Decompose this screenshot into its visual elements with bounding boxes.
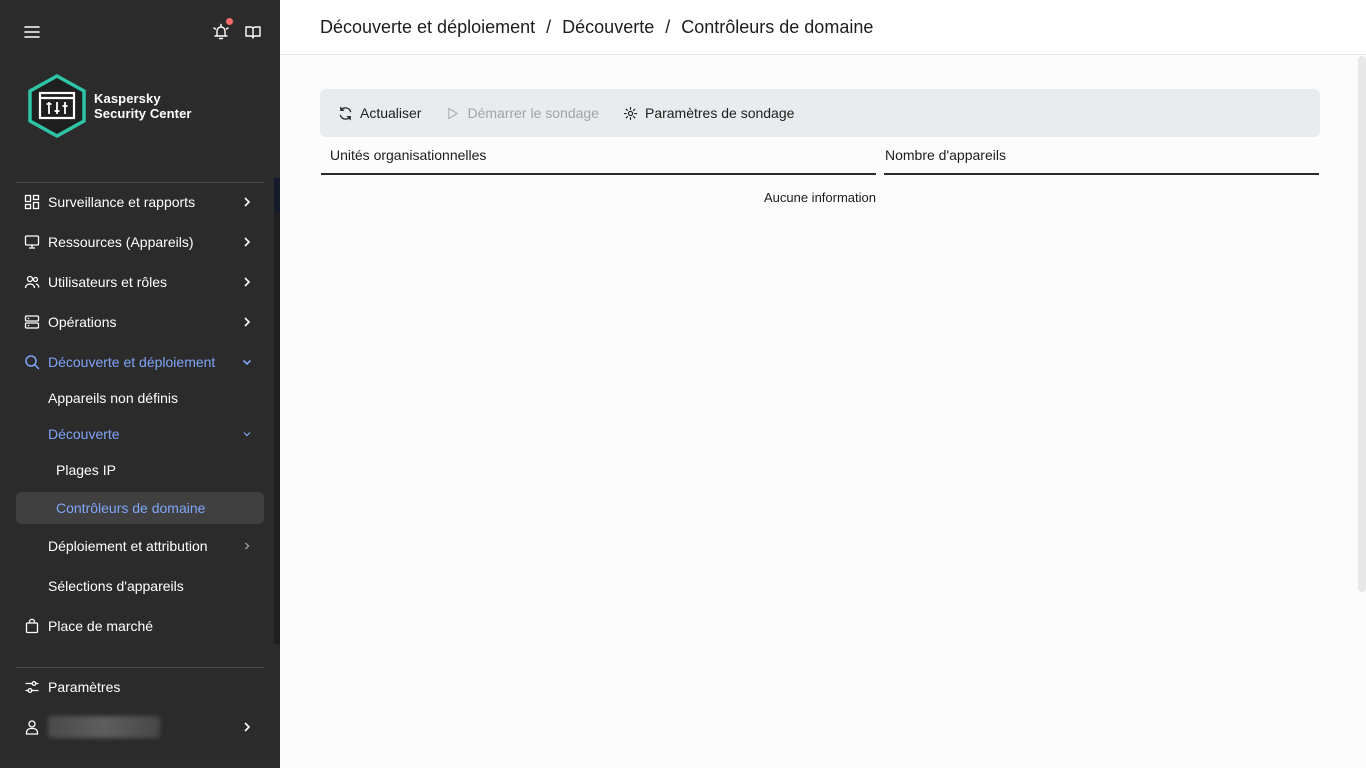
chevron-down-icon — [242, 359, 252, 366]
main-scrollbar[interactable] — [1358, 56, 1366, 592]
sidebar-item-label: Opérations — [48, 314, 117, 330]
server-icon — [24, 315, 40, 329]
shopping-bag-icon — [25, 618, 39, 634]
sidebar-item-label: Découverte et déploiement — [48, 354, 216, 370]
chevron-right-icon — [245, 542, 250, 550]
sidebar-item-label: Déploiement et attribution — [48, 538, 208, 554]
user-name-redacted — [48, 716, 160, 738]
poll-settings-label: Paramètres de sondage — [644, 105, 795, 121]
monitor-icon — [24, 235, 40, 249]
poll-settings-button[interactable]: Paramètres de sondage — [623, 105, 794, 121]
column-header-unites[interactable]: Unités organisationnelles — [321, 137, 876, 175]
sidebar-scrollbar-thumb[interactable] — [274, 178, 280, 212]
chevron-right-icon — [244, 722, 251, 732]
sidebar-scrollbar[interactable] — [274, 178, 280, 644]
sliders-icon — [25, 681, 39, 693]
sidebar-item-decouverte-deploiement[interactable]: Découverte et déploiement — [16, 346, 264, 378]
chevron-right-icon — [244, 237, 251, 247]
sidebar-item-label: Paramètres — [48, 679, 121, 695]
sidebar: Kaspersky Security Center Surveillance e… — [0, 0, 280, 768]
sidebar-item-label: Sélections d'appareils — [48, 578, 184, 594]
refresh-button[interactable]: Actualiser — [338, 105, 421, 121]
sidebar-item-label: Utilisateurs et rôles — [48, 274, 168, 290]
sidebar-item-label: Place de marché — [48, 618, 154, 634]
product-logo[interactable]: Kaspersky Security Center — [26, 72, 192, 140]
kaspersky-logo-icon — [28, 73, 86, 139]
sidebar-item-surveillance[interactable]: Surveillance et rapports — [16, 186, 264, 218]
table-header: Unités organisationnelles Nombre d'appar… — [320, 137, 1320, 175]
refresh-icon — [339, 106, 352, 120]
column-header-nombre-appareils[interactable]: Nombre d'appareils — [884, 137, 1319, 175]
play-icon — [448, 107, 459, 119]
search-icon — [25, 355, 40, 370]
sidebar-item-selections-appareils[interactable]: Sélections d'appareils — [16, 570, 264, 602]
sidebar-item-label: Découverte — [48, 426, 120, 442]
sidebar-item-ressources[interactable]: Ressources (Appareils) — [16, 226, 264, 258]
users-icon — [24, 275, 40, 289]
sidebar-divider-top — [16, 182, 264, 183]
sidebar-item-label: Contrôleurs de domaine — [56, 500, 206, 516]
start-poll-label: Démarrer le sondage — [467, 105, 599, 121]
menu-icon[interactable] — [22, 22, 42, 42]
chevron-down-icon — [243, 432, 251, 437]
chevron-right-icon — [244, 317, 251, 327]
refresh-label: Actualiser — [360, 105, 422, 121]
sidebar-item-parametres[interactable]: Paramètres — [16, 671, 264, 703]
product-name-line2: Security Center — [94, 106, 192, 121]
sidebar-item-utilisateurs[interactable]: Utilisateurs et rôles — [16, 266, 264, 298]
breadcrumb-separator: / — [665, 16, 671, 37]
sidebar-item-label: Surveillance et rapports — [48, 194, 196, 210]
empty-state-message: Aucune information — [763, 190, 876, 205]
user-icon — [25, 720, 39, 735]
sidebar-item-decouverte[interactable]: Découverte — [16, 418, 264, 450]
page-title: Contrôleurs de domaine — [681, 16, 874, 37]
breadcrumb-separator: / — [546, 16, 552, 37]
breadcrumb-item-decouverte[interactable]: Découverte — [562, 17, 654, 38]
chevron-right-icon — [244, 277, 251, 287]
sidebar-item-deploiement-attribution[interactable]: Déploiement et attribution — [16, 530, 264, 562]
sidebar-top-bar — [0, 0, 280, 64]
breadcrumb: Découverte et déploiement / Découverte /… — [280, 0, 1366, 55]
sidebar-item-label: Appareils non définis — [48, 390, 178, 406]
sidebar-item-appareils-non-definis[interactable]: Appareils non définis — [16, 382, 264, 414]
product-name-line1: Kaspersky — [94, 91, 161, 106]
start-poll-button[interactable]: Démarrer le sondage — [445, 105, 599, 121]
notification-bell-icon[interactable] — [211, 18, 233, 42]
product-name: Kaspersky Security Center — [94, 91, 192, 121]
sidebar-item-plages-ip[interactable]: Plages IP — [16, 454, 264, 486]
sidebar-item-label: Plages IP — [56, 462, 116, 478]
gear-icon — [623, 106, 638, 120]
book-icon[interactable] — [243, 22, 263, 42]
sidebar-divider-bottom — [16, 667, 264, 668]
breadcrumb-item-decouverte-deploiement[interactable]: Découverte et déploiement — [320, 17, 535, 38]
toolbar: Actualiser Démarrer le sondage Paramètre… — [320, 89, 1320, 137]
dashboard-icon — [24, 194, 40, 210]
sidebar-item-label: Ressources (Appareils) — [48, 234, 194, 250]
chevron-right-icon — [244, 197, 251, 207]
sidebar-item-place-de-marche[interactable]: Place de marché — [16, 610, 264, 642]
notification-dot — [226, 18, 233, 25]
sidebar-item-controleurs-domaine[interactable]: Contrôleurs de domaine — [16, 492, 264, 524]
sidebar-item-operations[interactable]: Opérations — [16, 306, 264, 338]
